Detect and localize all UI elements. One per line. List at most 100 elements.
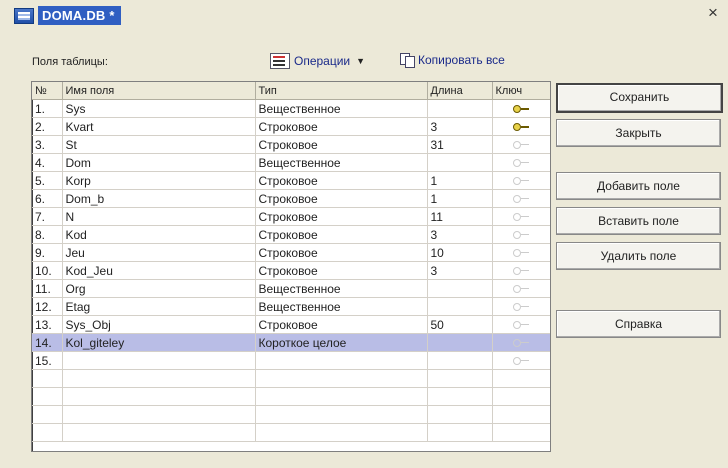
- field-key[interactable]: [492, 279, 550, 298]
- table-row[interactable]: 1. Sys Вещественное: [32, 99, 550, 118]
- table-row[interactable]: 9. Jeu Строковое 10: [32, 243, 550, 262]
- field-key[interactable]: [492, 351, 550, 370]
- field-key[interactable]: [492, 225, 550, 244]
- row-number: 13.: [32, 315, 63, 334]
- delete-field-button[interactable]: Удалить поле: [556, 242, 721, 270]
- field-length: [427, 297, 493, 316]
- table-row[interactable]: 4. Dom Вещественное: [32, 153, 550, 172]
- field-type: Вещественное: [255, 99, 428, 118]
- field-key[interactable]: [492, 261, 550, 280]
- row-number: 7.: [32, 207, 63, 226]
- field-length: [427, 99, 493, 118]
- empty-cell: [32, 387, 63, 406]
- row-number: 4.: [32, 153, 63, 172]
- field-length: 3: [427, 225, 493, 244]
- row-number: 15.: [32, 351, 63, 370]
- field-key[interactable]: [492, 333, 550, 352]
- field-type: [255, 351, 428, 370]
- copy-all-button[interactable]: Копировать все: [400, 53, 505, 68]
- empty-cell: [255, 369, 428, 388]
- field-type: Строковое: [255, 243, 428, 262]
- key-icon[interactable]: [513, 357, 529, 366]
- table-row[interactable]: 8. Kod Строковое 3: [32, 225, 550, 244]
- key-icon[interactable]: [513, 267, 529, 276]
- key-icon[interactable]: [513, 159, 529, 168]
- empty-cell: [427, 405, 493, 424]
- key-icon[interactable]: [513, 105, 529, 114]
- table-row[interactable]: 11. Org Вещественное: [32, 279, 550, 298]
- key-icon[interactable]: [513, 123, 529, 132]
- header-num[interactable]: №: [32, 82, 63, 100]
- key-icon[interactable]: [513, 231, 529, 240]
- empty-cell: [427, 369, 493, 388]
- key-icon[interactable]: [513, 339, 529, 348]
- field-name: Kod: [62, 225, 256, 244]
- key-icon[interactable]: [513, 249, 529, 258]
- help-button[interactable]: Справка: [556, 310, 721, 338]
- key-icon[interactable]: [513, 321, 529, 330]
- field-key[interactable]: [492, 315, 550, 334]
- empty-cell: [62, 387, 256, 406]
- field-length: 50: [427, 315, 493, 334]
- field-name: Korp: [62, 171, 256, 190]
- field-length: 10: [427, 243, 493, 262]
- field-key[interactable]: [492, 99, 550, 118]
- field-key[interactable]: [492, 171, 550, 190]
- operations-label: Операции: [294, 54, 351, 68]
- table-row[interactable]: 15.: [32, 351, 550, 370]
- table-row[interactable]: 14. Kol_giteley Короткое целое: [32, 333, 550, 352]
- table-row[interactable]: 10. Kod_Jeu Строковое 3: [32, 261, 550, 280]
- field-key[interactable]: [492, 189, 550, 208]
- field-type: Строковое: [255, 225, 428, 244]
- table-row[interactable]: 2. Kvart Строковое 3: [32, 117, 550, 136]
- key-icon[interactable]: [513, 303, 529, 312]
- key-icon[interactable]: [513, 213, 529, 222]
- row-number: 10.: [32, 261, 63, 280]
- row-number: 5.: [32, 171, 63, 190]
- field-name: Sys_Obj: [62, 315, 256, 334]
- field-length: 1: [427, 189, 493, 208]
- table-row[interactable]: 7. N Строковое 11: [32, 207, 550, 226]
- save-button[interactable]: Сохранить: [556, 83, 723, 113]
- close-icon[interactable]: ×: [704, 4, 722, 22]
- fields-table[interactable]: № Имя поля Тип Длина Ключ 1. Sys Веществен…: [31, 81, 551, 452]
- header-type[interactable]: Тип: [255, 82, 428, 100]
- copy-all-label: Копировать все: [418, 53, 505, 67]
- field-name: [62, 351, 256, 370]
- copy-icon: [400, 53, 415, 68]
- close-button[interactable]: Закрыть: [556, 119, 721, 147]
- header-length[interactable]: Длина: [427, 82, 493, 100]
- empty-cell: [427, 387, 493, 406]
- header-name[interactable]: Имя поля: [62, 82, 256, 100]
- window-title: DOMA.DB *: [38, 6, 121, 25]
- field-length: 3: [427, 117, 493, 136]
- field-key[interactable]: [492, 243, 550, 262]
- table-row[interactable]: 13. Sys_Obj Строковое 50: [32, 315, 550, 334]
- field-key[interactable]: [492, 135, 550, 154]
- table-row[interactable]: 3. St Строковое 31: [32, 135, 550, 154]
- field-key[interactable]: [492, 297, 550, 316]
- add-field-button[interactable]: Добавить поле: [556, 172, 721, 200]
- table-row[interactable]: 12. Etag Вещественное: [32, 297, 550, 316]
- table-row[interactable]: 5. Korp Строковое 1: [32, 171, 550, 190]
- header-key[interactable]: Ключ: [492, 82, 550, 100]
- key-icon[interactable]: [513, 177, 529, 186]
- operations-menu[interactable]: Операции ▼: [270, 53, 365, 69]
- insert-field-button[interactable]: Вставить поле: [556, 207, 721, 235]
- row-number: 12.: [32, 297, 63, 316]
- key-icon[interactable]: [513, 285, 529, 294]
- title-bar: DOMA.DB * ×: [0, 0, 728, 32]
- empty-cell: [255, 423, 428, 442]
- row-number: 8.: [32, 225, 63, 244]
- field-key[interactable]: [492, 117, 550, 136]
- field-length: [427, 351, 493, 370]
- field-key[interactable]: [492, 153, 550, 172]
- key-icon[interactable]: [513, 141, 529, 150]
- field-name: Dom: [62, 153, 256, 172]
- key-icon[interactable]: [513, 195, 529, 204]
- field-key[interactable]: [492, 207, 550, 226]
- empty-cell: [492, 369, 550, 388]
- table-header: № Имя поля Тип Длина Ключ: [32, 82, 550, 100]
- table-row[interactable]: 6. Dom_b Строковое 1: [32, 189, 550, 208]
- row-number: 14.: [32, 333, 63, 352]
